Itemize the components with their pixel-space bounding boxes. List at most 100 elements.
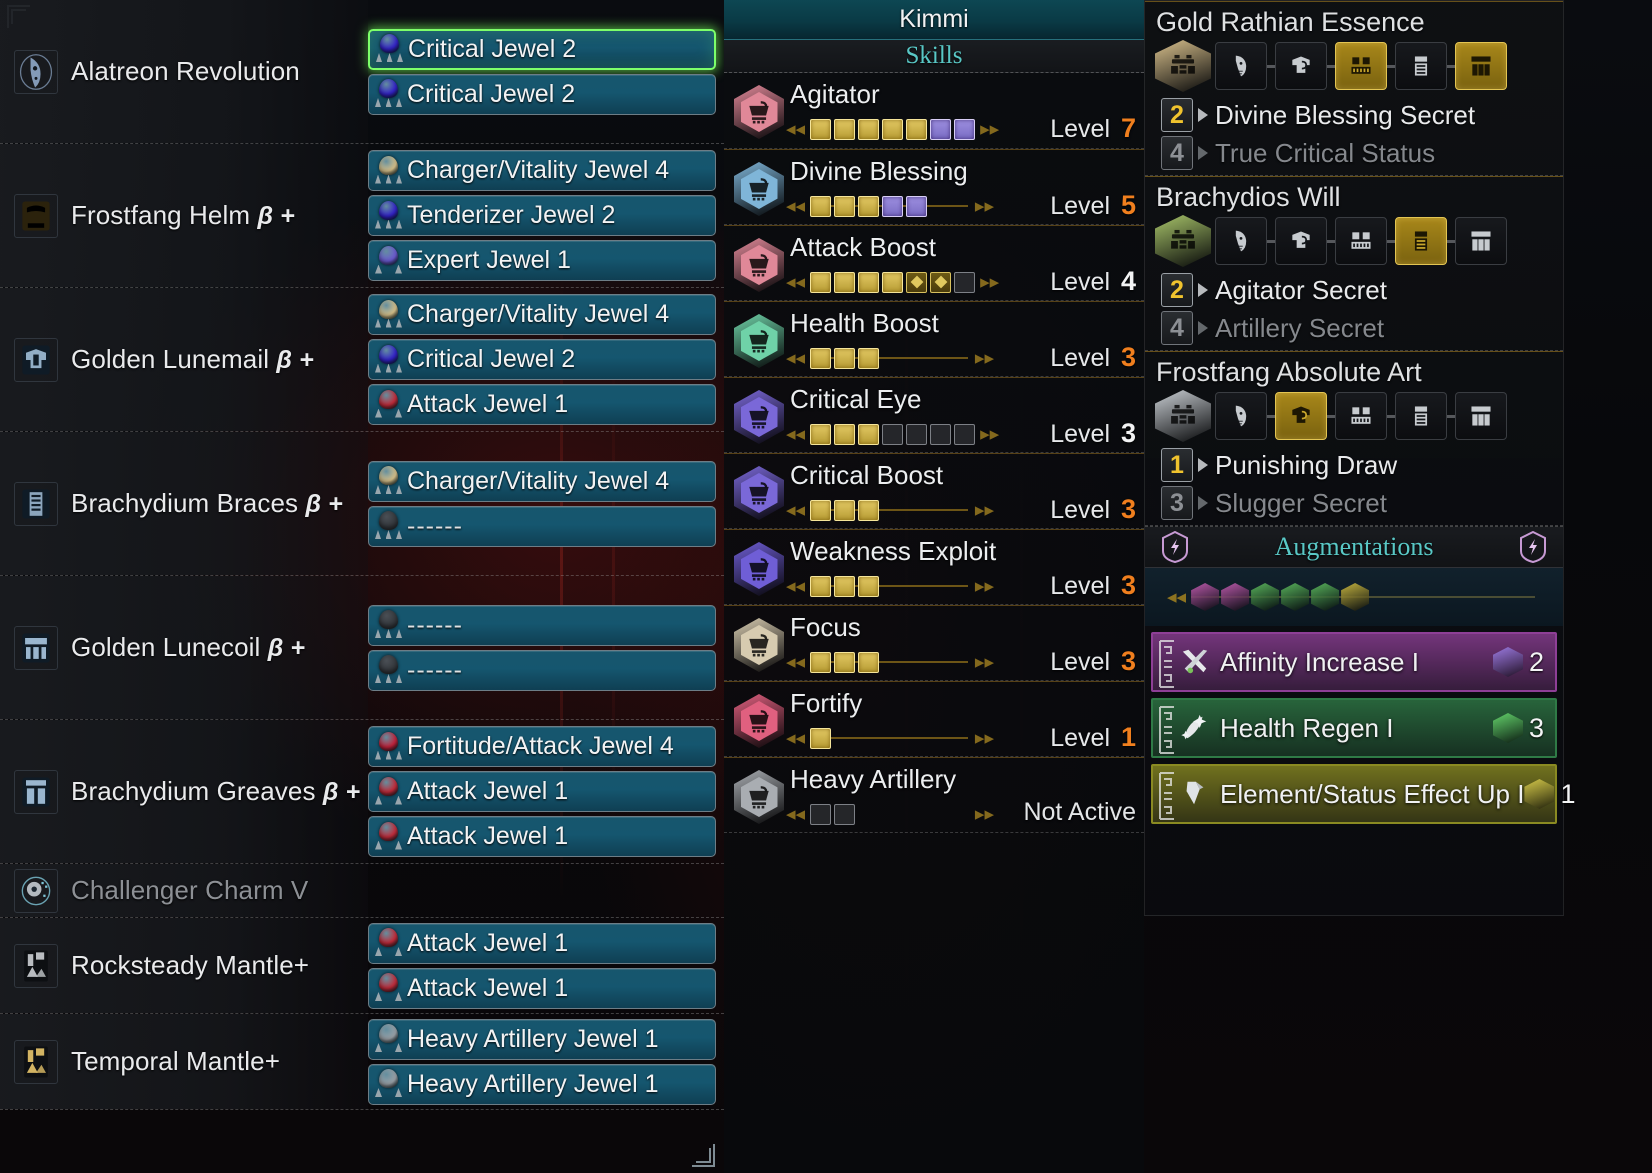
- set-piece-connector: [1267, 414, 1275, 418]
- skill-icon: [734, 85, 784, 139]
- decoration-slot-group: Critical Jewel 2 Critical Jewel 2: [368, 0, 724, 143]
- equipment-name-text: Frostfang Helm: [71, 200, 251, 230]
- skill-row[interactable]: Health Boost ◂◂ ▸▸ Level 3: [724, 301, 1144, 377]
- decoration-gem-icon: [375, 776, 402, 807]
- decoration-slot[interactable]: Expert Jewel 1: [368, 240, 716, 281]
- set-piece-row: [1145, 390, 1563, 446]
- skill-level: Level 3: [1050, 494, 1136, 525]
- augment-cost-gem-icon: [1493, 713, 1523, 743]
- equipment-row[interactable]: Golden Lunemail β + Charger/Vitality Jewe…: [0, 288, 724, 432]
- decoration-gem-icon: [375, 1024, 402, 1054]
- decoration-slot[interactable]: Attack Jewel 1: [368, 771, 716, 812]
- equipment-row[interactable]: Alatreon Revolution Critical Jewel 2 Criti…: [0, 0, 724, 144]
- skill-level: Level 3: [1050, 570, 1136, 601]
- equipment-name-cell[interactable]: Golden Lunemail β +: [0, 288, 368, 431]
- augment-slot-gem: [1221, 583, 1250, 611]
- augment-row[interactable]: Affinity Increase I 2: [1151, 632, 1557, 692]
- equipment-row[interactable]: Challenger Charm V: [0, 864, 724, 918]
- skill-row[interactable]: Divine Blessing ◂◂ ▸▸ Level 5: [724, 149, 1144, 225]
- set-piece-slot: [1275, 217, 1327, 265]
- set-bonus-effect-name: Artillery Secret: [1215, 312, 1385, 343]
- set-bonus-block[interactable]: Brachydios Will 2 Agitator Secret 4 Artille…: [1145, 176, 1563, 351]
- skill-level-value: 4: [1120, 266, 1136, 296]
- decoration-slot[interactable]: ------: [368, 649, 716, 691]
- equipment-row[interactable]: Brachydium Greaves β + Fortitude/Attack J…: [0, 720, 724, 864]
- skill-row[interactable]: Fortify ◂◂ ▸▸ Level 1: [724, 681, 1144, 757]
- equipment-name: Temporal Mantle+: [71, 1046, 280, 1077]
- skill-row[interactable]: Agitator ◂◂ ▸▸ Level 7: [724, 73, 1144, 149]
- augment-row[interactable]: Element/Status Effect Up I 1: [1151, 764, 1575, 824]
- decoration-slot[interactable]: Charger/Vitality Jewel 4: [368, 294, 716, 335]
- set-piece-slot: [1455, 392, 1507, 440]
- equipment-row[interactable]: Temporal Mantle+ Heavy Artillery Jewel 1 H…: [0, 1014, 724, 1110]
- equipment-name-cell[interactable]: Alatreon Revolution: [0, 0, 368, 143]
- skill-level-segment: [810, 271, 832, 293]
- skill-level-value: 5: [1120, 190, 1136, 220]
- equipment-name-cell[interactable]: Temporal Mantle+: [0, 1014, 368, 1109]
- decoration-slot[interactable]: Attack Jewel 1: [368, 922, 716, 964]
- skill-segments: [810, 650, 970, 674]
- augment-row[interactable]: Health Regen I 3: [1151, 698, 1557, 758]
- decoration-slot[interactable]: Critical Jewel 2: [368, 73, 716, 115]
- decoration-gem-icon: [375, 821, 402, 852]
- augmentations-header: Augmentations: [1145, 526, 1563, 568]
- decoration-slot[interactable]: ------: [368, 604, 716, 646]
- equipment-name-cell[interactable]: Brachydium Greaves β +: [0, 720, 368, 863]
- skill-row[interactable]: Attack Boost ◂◂ ▸▸ Level 4: [724, 225, 1144, 301]
- skill-level-segment: [810, 651, 832, 673]
- decoration-slot[interactable]: Heavy Artillery Jewel 1: [368, 1018, 716, 1060]
- equipment-name-cell[interactable]: Challenger Charm V: [0, 864, 368, 917]
- decoration-slot[interactable]: ------: [368, 505, 716, 547]
- augment-bolt-right-icon: [1519, 530, 1547, 564]
- equipment-name-cell[interactable]: Rocksteady Mantle+: [0, 918, 368, 1013]
- set-piece-row: [1145, 40, 1563, 96]
- skill-row[interactable]: Heavy Artillery ◂◂ ▸▸ Not Active: [724, 757, 1144, 833]
- affinity-icon: [1179, 646, 1213, 678]
- equipment-row[interactable]: Golden Lunecoil β + ------ ------: [0, 576, 724, 720]
- equipment-row[interactable]: Frostfang Helm β + Charger/Vitality Jewel…: [0, 144, 724, 288]
- skill-bar-left-icon: ◂◂: [786, 651, 806, 673]
- skill-bar-right-icon: ▸▸: [974, 651, 994, 673]
- decoration-gem-icon: [375, 973, 402, 1003]
- decoration-slot[interactable]: Charger/Vitality Jewel 4: [368, 150, 716, 191]
- decoration-slot[interactable]: Attack Jewel 1: [368, 816, 716, 857]
- skill-row[interactable]: Weakness Exploit ◂◂ ▸▸ Level 3: [724, 529, 1144, 605]
- element-up-icon: [1179, 778, 1213, 810]
- decoration-slot[interactable]: Attack Jewel 1: [368, 967, 716, 1009]
- augment-cost: 2: [1493, 647, 1545, 678]
- decoration-slot-selected[interactable]: Critical Jewel 2: [368, 28, 716, 70]
- chevron-right-icon: [1198, 283, 1208, 297]
- equipment-row[interactable]: Rocksteady Mantle+ Attack Jewel 1 Attack J…: [0, 918, 724, 1014]
- skills-section-header: Skills: [724, 40, 1144, 73]
- decoration-slot[interactable]: Attack Jewel 1: [368, 384, 716, 425]
- skill-bar-right-icon: ▸▸: [980, 423, 1000, 445]
- decoration-slot[interactable]: Critical Jewel 2: [368, 339, 716, 380]
- decoration-label: Heavy Artillery Jewel 1: [407, 1069, 659, 1098]
- skill-row[interactable]: Focus ◂◂ ▸▸ Level 3: [724, 605, 1144, 681]
- skill-level-label: Level: [1050, 192, 1110, 220]
- decoration-slot-group: ------ ------: [368, 576, 724, 719]
- equipment-name-cell[interactable]: Frostfang Helm β +: [0, 144, 368, 287]
- skill-level-bar: ◂◂ ▸▸: [786, 115, 999, 143]
- skill-segments: [810, 270, 976, 294]
- decoration-slot[interactable]: Charger/Vitality Jewel 4: [368, 460, 716, 502]
- set-piece-slot: [1215, 392, 1267, 440]
- equipment-row[interactable]: Brachydium Braces β + Charger/Vitality Je…: [0, 432, 724, 576]
- armor-waist-icon: [14, 625, 58, 670]
- skill-row[interactable]: Critical Eye ◂◂ ▸▸ Level 3: [724, 377, 1144, 453]
- decoration-label: Attack Jewel 1: [407, 390, 569, 418]
- skills-title: Skills: [905, 42, 963, 69]
- equipment-name-cell[interactable]: Golden Lunecoil β +: [0, 576, 368, 719]
- set-bonus-block[interactable]: Gold Rathian Essence 2 Divine Blessing Se…: [1145, 1, 1563, 176]
- set-bonus-block[interactable]: Frostfang Absolute Art 1 Punishing Draw 3 S…: [1145, 351, 1563, 526]
- set-bonus-required-count: 3: [1161, 486, 1193, 520]
- equipment-name-text: Challenger Charm V: [71, 875, 309, 905]
- decoration-slot[interactable]: Fortitude/Attack Jewel 4: [368, 726, 716, 767]
- augment-slot-track: ◂◂: [1145, 568, 1563, 626]
- skill-row[interactable]: Critical Boost ◂◂ ▸▸ Level 3: [724, 453, 1144, 529]
- decoration-slot[interactable]: Heavy Artillery Jewel 1: [368, 1063, 716, 1105]
- decoration-slot[interactable]: Tenderizer Jewel 2: [368, 195, 716, 236]
- equipment-name-cell[interactable]: Brachydium Braces β +: [0, 432, 368, 575]
- skill-segments: [810, 574, 970, 598]
- skill-level-segment: [810, 118, 832, 140]
